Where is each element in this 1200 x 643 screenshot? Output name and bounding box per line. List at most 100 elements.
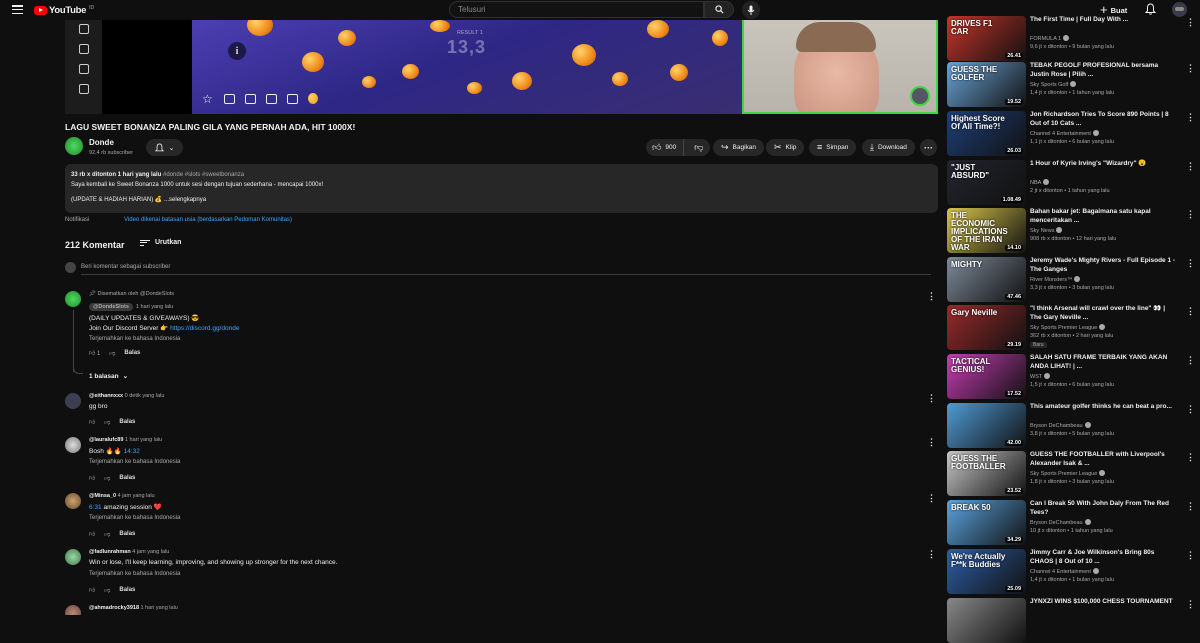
sort-button[interactable]: Urutkan — [140, 239, 181, 246]
add-comment-input[interactable]: Beri komentar sebagai subscriber — [81, 264, 170, 270]
channel-name[interactable]: Sky Sports Premier League — [1030, 471, 1097, 477]
video-thumbnail[interactable]: TACTICAL GENIUS! 17.52 — [947, 354, 1026, 399]
video-title[interactable]: TEBAK PEGOLF PROFESIONAL bersama Justin … — [1030, 62, 1177, 79]
video-title[interactable]: Jimmy Carr & Joe Wilkinson's Bring 80s C… — [1030, 549, 1177, 566]
dislike-button[interactable]: 👎︎ — [109, 349, 115, 357]
recommendation-item[interactable]: 42.00 This amateur golfer thinks he can b… — [947, 403, 1197, 448]
voice-search-button[interactable] — [742, 1, 760, 19]
recommendation-item[interactable]: TACTICAL GENIUS! 17.52 SALAH SATU FRAME TE… — [947, 354, 1197, 399]
recommendation-item[interactable]: MIGHTY 47.46 Jeremy Wade's Mighty Rivers -… — [947, 257, 1197, 302]
reply-button[interactable]: Balas — [124, 350, 140, 356]
chat-icon[interactable] — [287, 93, 298, 104]
video-menu-icon[interactable]: ⋮ — [1186, 161, 1195, 172]
more-actions-button[interactable]: ··· — [920, 139, 937, 156]
video-thumbnail[interactable]: Gary Neville 29.19 — [947, 305, 1026, 350]
comment-menu-icon[interactable]: ⋮ — [927, 291, 936, 302]
video-thumbnail[interactable]: BREAK 50 34.29 — [947, 500, 1026, 545]
account-avatar[interactable] — [1172, 2, 1187, 17]
avatar[interactable] — [65, 493, 81, 509]
recommendation-item[interactable]: We're Actually F**k Buddies 25.09 Jimmy Ca… — [947, 549, 1197, 594]
search-button[interactable] — [704, 1, 734, 18]
reply-button[interactable]: Balas — [119, 475, 135, 481]
comment-time[interactable]: 1 hari yang lalu — [125, 437, 162, 443]
video-menu-icon[interactable]: ⋮ — [1186, 258, 1195, 269]
like-button[interactable]: 👍︎ 1 — [89, 349, 100, 357]
video-menu-icon[interactable]: ⋮ — [1186, 209, 1195, 220]
coins-icon[interactable] — [308, 93, 318, 104]
video-thumbnail[interactable]: Highest Score Of All Time?! 26.03 — [947, 111, 1026, 156]
video-thumbnail[interactable]: "JUST ABSURD" 1.08.49 — [947, 160, 1026, 205]
translate-icon[interactable] — [78, 64, 89, 74]
video-menu-icon[interactable]: ⋮ — [1186, 306, 1195, 317]
comment-author[interactable]: @fadlunrahman — [89, 549, 131, 555]
video-thumbnail[interactable]: We're Actually F**k Buddies 25.09 — [947, 549, 1026, 594]
video-player[interactable]: i RESULT 1 13,3 ☆ — [65, 20, 938, 114]
recommendation-item[interactable]: BREAK 50 34.29 Can I Break 50 With John Da… — [947, 500, 1197, 545]
hamburger-menu-icon[interactable] — [12, 5, 23, 14]
download-icon[interactable] — [78, 84, 89, 94]
download-button[interactable]: ⤓ Download — [862, 139, 915, 156]
video-menu-icon[interactable]: ⋮ — [1186, 17, 1195, 28]
translate-link[interactable]: Terjemahkan ke bahasa Indonesia — [89, 515, 180, 521]
video-title[interactable]: This amateur golfer thinks he can beat a… — [1030, 403, 1177, 412]
show-replies-button[interactable]: 1 balasan ⌄ — [89, 372, 128, 381]
recommendation-item[interactable]: Highest Score Of All Time?! 26.03 Jon Rich… — [947, 111, 1197, 156]
notifications-button[interactable] — [1144, 3, 1157, 17]
comment-author[interactable]: @ahmadrocky3918 — [89, 605, 139, 611]
dislike-button[interactable]: 👎︎ — [104, 586, 110, 594]
video-title[interactable]: Bahan bakar jet: Bagaimana satu kapal me… — [1030, 208, 1177, 225]
video-menu-icon[interactable]: ⋮ — [1186, 599, 1195, 610]
video-title[interactable]: Jeremy Wade's Mighty Rivers - Full Episo… — [1030, 257, 1177, 274]
avatar[interactable] — [65, 393, 81, 409]
comment-author[interactable]: @lauralufc89 — [89, 437, 123, 443]
window-icon[interactable] — [245, 93, 256, 104]
comment-time[interactable]: 4 jam yang lalu — [132, 549, 169, 555]
like-button[interactable]: 👍︎ — [89, 418, 95, 426]
timestamp-link[interactable]: 14:32 — [124, 448, 140, 455]
screen-icon[interactable] — [266, 93, 277, 104]
video-menu-icon[interactable]: ⋮ — [1186, 355, 1195, 366]
channel-avatar[interactable] — [65, 137, 83, 155]
description-box[interactable]: 33 rb x ditonton 1 hari yang lalu #donde… — [65, 164, 938, 213]
channel-name[interactable]: Sky Sports Premier League — [1030, 325, 1097, 331]
favorite-star-icon[interactable]: ☆ — [202, 93, 214, 105]
comment-author[interactable]: @Minsa_0 — [89, 493, 116, 499]
comment-author[interactable]: @DondeSlots — [89, 303, 133, 311]
avatar[interactable] — [65, 549, 81, 565]
like-button[interactable]: 👍︎ — [89, 474, 95, 482]
channel-name[interactable]: River Monsters™ — [1030, 277, 1072, 283]
reply-button[interactable]: Balas — [119, 587, 135, 593]
video-title[interactable]: 1 Hour of Kyrie Irving's "Wizardry" 😮 — [1030, 160, 1177, 169]
search-input[interactable]: Telusuri — [449, 1, 704, 18]
video-thumbnail[interactable] — [947, 598, 1026, 643]
channel-name[interactable]: Channel 4 Entertainment — [1030, 131, 1091, 137]
channel-name[interactable]: NBA — [1030, 180, 1041, 186]
video-thumbnail[interactable]: THE ECONOMIC IMPLICATIONS OF THE IRAN WA… — [947, 208, 1026, 253]
video-thumbnail[interactable]: 42.00 — [947, 403, 1026, 448]
comment-menu-icon[interactable]: ⋮ — [927, 437, 936, 448]
fullscreen-icon[interactable] — [224, 93, 235, 104]
channel-name[interactable]: Sky Sports Golf — [1030, 82, 1068, 88]
share-button[interactable]: ↪ Bagikan — [713, 139, 765, 156]
video-menu-icon[interactable]: ⋮ — [1186, 63, 1195, 74]
age-restriction-link[interactable]: Video dikenai batasan usia (berdasarkan … — [124, 217, 292, 223]
video-thumbnail[interactable]: DRIVES F1 CAR 26.41 — [947, 16, 1026, 61]
channel-name[interactable]: Sky News — [1030, 228, 1054, 234]
video-title[interactable]: GUESS THE FOOTBALLER with Liverpool's Al… — [1030, 451, 1177, 468]
robot-icon[interactable] — [78, 24, 89, 34]
video-title[interactable]: "I think Arsenal will crawl over the lin… — [1030, 305, 1177, 322]
channel-name[interactable]: Donde — [89, 138, 114, 147]
recommendation-item[interactable]: "JUST ABSURD" 1.08.49 1 Hour of Kyrie Irvi… — [947, 160, 1197, 205]
reply-button[interactable]: Balas — [119, 419, 135, 425]
comment-time[interactable]: 1 hari yang lalu — [141, 605, 178, 611]
dislike-button[interactable]: 👎︎ — [688, 143, 710, 152]
comment-time[interactable]: 0 detik yang lalu — [125, 393, 165, 399]
video-title[interactable]: Jon Richardson Tries To Score 890 Points… — [1030, 111, 1177, 128]
recommendation-item[interactable]: DRIVES F1 CAR 26.41 The First Time | Full … — [947, 16, 1197, 61]
channel-name[interactable]: Bryson DeChambeau — [1030, 423, 1083, 429]
dislike-button[interactable]: 👎︎ — [104, 474, 110, 482]
channel-name[interactable]: WST — [1030, 374, 1042, 380]
video-menu-icon[interactable]: ⋮ — [1186, 452, 1195, 463]
translate-link[interactable]: Terjemahkan ke bahasa Indonesia — [89, 571, 180, 577]
video-title[interactable]: JYNXZI WINS $100,000 CHESS TOURNAMENT — [1030, 598, 1177, 607]
